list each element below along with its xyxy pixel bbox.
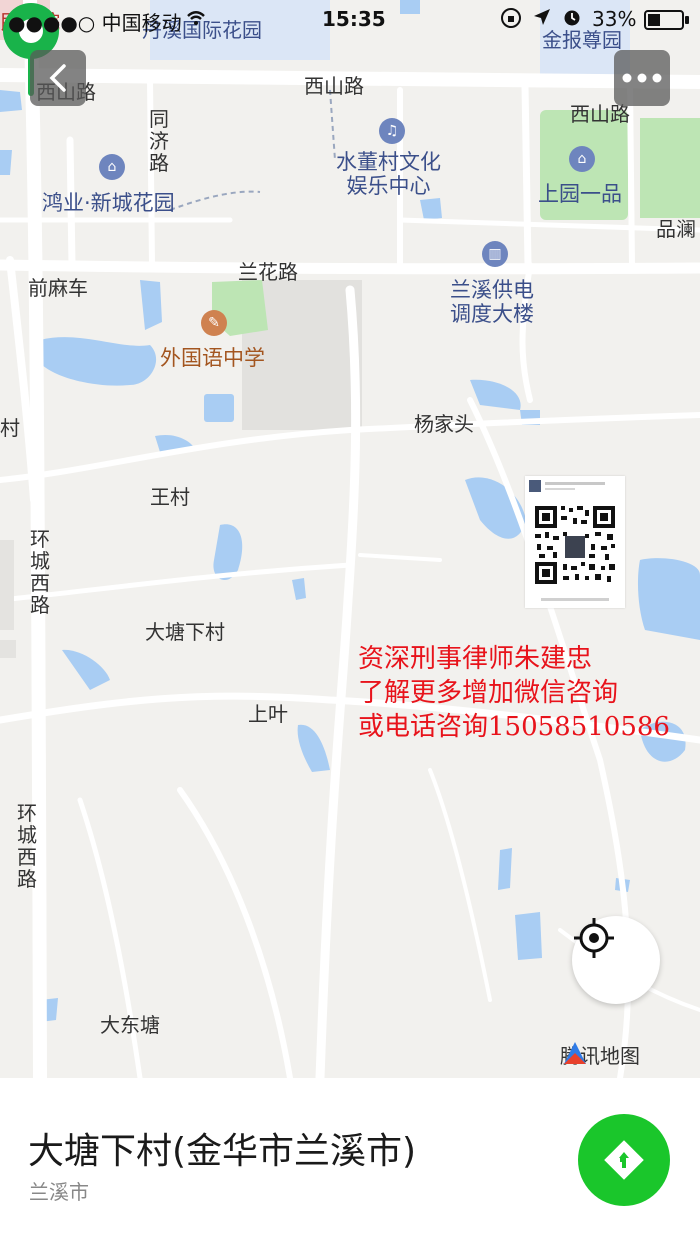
place-label-pinlan: 品澜 bbox=[656, 217, 696, 241]
place-label-qianmache: 前麻车 bbox=[28, 276, 88, 300]
route-button[interactable] bbox=[578, 1114, 670, 1206]
qr-code-card bbox=[525, 476, 625, 608]
place-label-wangcun: 王村 bbox=[150, 485, 190, 509]
back-button[interactable] bbox=[30, 50, 86, 106]
music-note-icon[interactable]: ♫ bbox=[379, 118, 405, 144]
overlay-line-2: 了解更多增加微信咨询 bbox=[358, 678, 619, 708]
carrier-label: ●●●●○ 中国移动 bbox=[8, 11, 182, 35]
road-label-huancheng-west-1: 环城西路 bbox=[30, 527, 50, 617]
locate-crosshair-icon bbox=[574, 918, 614, 958]
place-label-cun-edge: 村 bbox=[0, 416, 20, 440]
back-chevron-icon bbox=[49, 64, 66, 92]
place-subtitle: 兰溪市 bbox=[29, 1180, 89, 1204]
poi-lanxi-power[interactable]: 兰溪供电 调度大楼 bbox=[450, 278, 534, 326]
building-icon[interactable]: ▥ bbox=[482, 241, 508, 267]
road-label-tongji: 同济路 bbox=[149, 107, 169, 175]
place-label-dadongtang: 大东塘 bbox=[100, 1013, 160, 1037]
alarm-icon bbox=[562, 7, 582, 32]
more-button[interactable] bbox=[614, 50, 670, 106]
poi-shuidong[interactable]: 水董村文化 娱乐中心 bbox=[336, 150, 441, 198]
orientation-lock-icon bbox=[500, 7, 522, 34]
place-label-yangjiatou: 杨家头 bbox=[414, 412, 474, 436]
home-icon[interactable]: ⌂ bbox=[99, 154, 125, 180]
map-brand: 腾讯地图 bbox=[560, 1038, 640, 1070]
place-label-datangxiacun: 大塘下村 bbox=[145, 620, 225, 644]
poi-foreign-school[interactable]: 外国语中学 bbox=[160, 346, 265, 370]
place-label-shangye: 上叶 bbox=[248, 702, 288, 726]
location-arrow-icon bbox=[533, 7, 551, 31]
battery-percent: 33% bbox=[592, 7, 637, 31]
wifi-icon bbox=[186, 7, 206, 31]
home-icon[interactable]: ⌂ bbox=[569, 146, 595, 172]
poi-hongye[interactable]: 鸿业·新城花园 bbox=[42, 191, 175, 215]
overlay-line-3: 或电话咨询15058510586 bbox=[358, 712, 670, 742]
tencent-map-logo-icon bbox=[564, 1042, 586, 1064]
locate-button[interactable] bbox=[572, 916, 660, 1004]
road-label-ximing-mid: 西山路 bbox=[304, 74, 364, 98]
map-view[interactable]: 西山路 西山路 西山路 同济路 兰花路 前麻车 杨家头 王村 大塘下村 上叶 大… bbox=[0, 0, 700, 1078]
status-bar: ●●●●○ 中国移动 15:35 33% bbox=[0, 0, 700, 40]
battery-icon bbox=[644, 10, 690, 35]
clock-time: 15:35 bbox=[322, 7, 386, 31]
road-label-huancheng-west-2: 环城西路 bbox=[17, 801, 37, 891]
overlay-line-1: 资深刑事律师朱建忠 bbox=[358, 644, 593, 674]
route-direction-icon bbox=[604, 1140, 644, 1180]
road-label-lanhua: 兰花路 bbox=[238, 260, 298, 284]
lawyer-ad-overlay: 资深刑事律师朱建忠 了解更多增加微信咨询 或电话咨询15058510586 bbox=[358, 642, 670, 744]
poi-shangyuan[interactable]: 上园一品 bbox=[538, 182, 622, 206]
more-dots-icon bbox=[622, 73, 662, 83]
school-icon[interactable]: ✎ bbox=[201, 310, 227, 336]
qr-code-icon bbox=[529, 480, 615, 601]
place-title: 大塘下村(金华市兰溪市) bbox=[28, 1131, 417, 1172]
